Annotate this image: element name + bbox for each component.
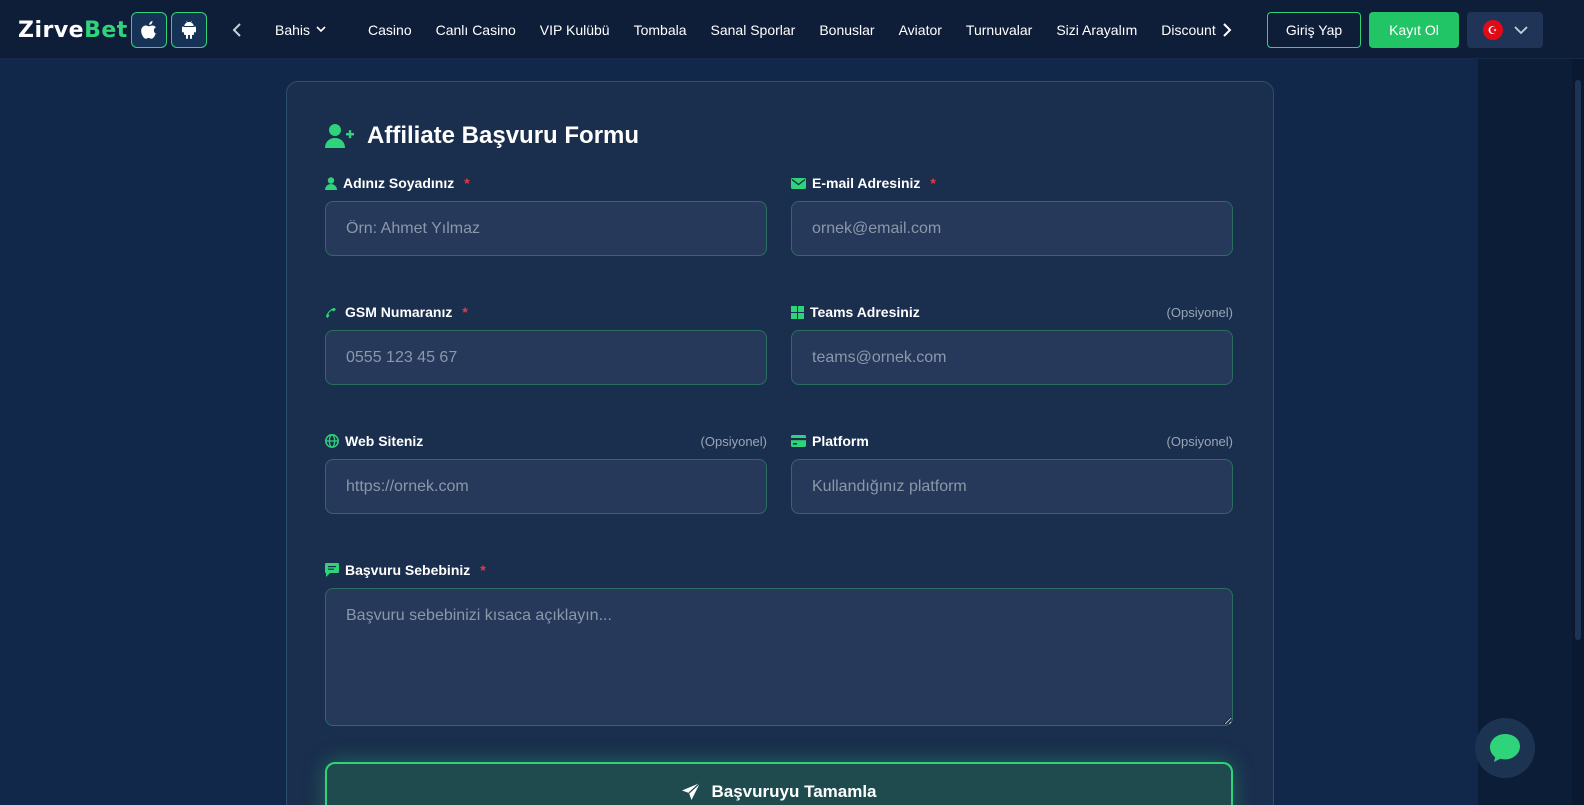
page-side-background [1478,59,1572,805]
required-marker: * [464,175,470,191]
nav-item-tournaments[interactable]: Turnuvalar [954,22,1044,38]
reason-field: Başvuru Sebebiniz * [325,560,1233,731]
email-field: E-mail Adresiniz * [791,173,1233,256]
affiliate-form-card: Affiliate Başvuru Formu Adınız Soyadınız… [286,81,1274,805]
website-input[interactable] [325,459,767,514]
required-marker: * [480,562,486,578]
language-selector[interactable]: ☪ [1467,12,1543,48]
gsm-input[interactable] [325,330,767,385]
envelope-icon [791,177,806,189]
name-label: Adınız Soyadınız * [325,173,767,193]
user-icon [325,176,337,190]
logo-suffix: Bet [84,17,128,43]
required-marker: * [462,304,468,320]
nav-item-vip-club[interactable]: VIP Kulübü [528,22,622,38]
login-button[interactable]: Giriş Yap [1267,12,1361,48]
nav-item-casino[interactable]: Casino [356,22,424,38]
nav-item-bonuses[interactable]: Bonuslar [807,22,886,38]
name-field: Adınız Soyadınız * [325,173,767,256]
paper-plane-icon [681,782,701,802]
live-chat-button[interactable] [1475,718,1535,778]
gsm-field: GSM Numaranız * [325,302,767,385]
chevron-left-icon [232,23,242,37]
teams-label: Teams Adresiniz (Opsiyonel) [791,302,1233,322]
name-input[interactable] [325,201,767,256]
scrollbar-thumb[interactable] [1575,80,1581,640]
nav-item-virtual-sports[interactable]: Sanal Sporlar [699,22,808,38]
apple-icon [141,21,157,39]
comment-icon [325,563,339,577]
top-header: Zirve Bet Bahis Casino Canlı Casino VIP K… [0,0,1584,59]
nav-item-tombala[interactable]: Tombala [622,22,699,38]
website-field: Web Siteniz (Opsiyonel) [325,431,767,514]
teams-input[interactable] [791,330,1233,385]
chevron-right-icon [1222,23,1232,37]
teams-field: Teams Adresiniz (Opsiyonel) [791,302,1233,385]
chat-bubble-icon [1489,733,1521,763]
platform-field: Platform (Opsiyonel) [791,431,1233,514]
optional-marker: (Opsiyonel) [1166,304,1233,320]
android-icon [181,21,197,39]
email-label: E-mail Adresiniz * [791,173,1233,193]
platform-input[interactable] [791,459,1233,514]
chevron-down-icon [316,26,326,33]
globe-icon [325,434,339,448]
windows-icon [791,305,804,319]
nav-item-discount[interactable]: Discount [1149,22,1221,38]
nav-item-live-casino[interactable]: Canlı Casino [424,22,528,38]
platform-label: Platform (Opsiyonel) [791,431,1233,451]
nav-item-call-me[interactable]: Sizi Arayalım [1044,22,1149,38]
chevron-down-icon [1513,25,1528,35]
ios-app-button[interactable] [131,12,167,48]
phone-icon [325,305,339,319]
turkey-flag-icon: ☪ [1482,20,1503,40]
user-plus-icon [325,123,355,149]
reason-label: Başvuru Sebebiniz * [325,560,1233,580]
form-title: Affiliate Başvuru Formu [325,120,639,152]
android-app-button[interactable] [171,12,207,48]
nav-item-aviator[interactable]: Aviator [887,22,954,38]
gsm-label: GSM Numaranız * [325,302,767,322]
register-button[interactable]: Kayıt Ol [1369,12,1459,48]
required-marker: * [930,175,936,191]
credit-card-icon [791,435,806,447]
reason-textarea[interactable] [325,588,1233,726]
optional-marker: (Opsiyonel) [1166,433,1233,449]
submit-button[interactable]: Başvuruyu Tamamla [325,762,1233,805]
main-nav: Bahis Casino Canlı Casino VIP Kulübü Tom… [263,0,1221,59]
site-logo[interactable]: Zirve Bet [18,15,128,45]
logo-prefix: Zirve [18,17,85,43]
nav-item-bahis[interactable]: Bahis [263,22,338,38]
website-label: Web Siteniz (Opsiyonel) [325,431,767,451]
nav-scroll-right-button[interactable] [1215,17,1239,43]
optional-marker: (Opsiyonel) [700,433,767,449]
email-input[interactable] [791,201,1233,256]
nav-scroll-left-button[interactable] [225,17,249,43]
